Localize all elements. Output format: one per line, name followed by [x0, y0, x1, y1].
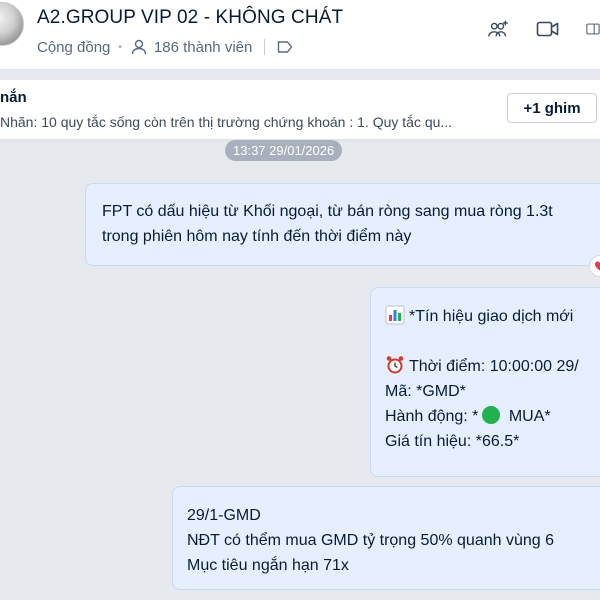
group-title[interactable]: A2.GROUP VIP 02 - KHÔNG CHÁT: [37, 7, 343, 29]
pinned-text: Nhãn: 10 quy tắc sống còn trên thị trườn…: [0, 114, 453, 130]
message-line: Giá tín hiệu: *66.5*: [385, 433, 520, 450]
divider: [264, 39, 266, 55]
group-avatar[interactable]: [0, 2, 24, 46]
chat-header: A2.GROUP VIP 02 - KHÔNG CHÁT Cộng đồng •…: [0, 0, 600, 70]
video-call-icon[interactable]: [536, 18, 560, 40]
alarm-clock-icon: [385, 355, 405, 375]
group-subline: Cộng đồng • 186 thành viên: [37, 38, 293, 56]
bar-chart-icon: [385, 305, 405, 325]
message-line: Mã: *GMD*: [385, 383, 466, 400]
more-pins-button[interactable]: +1 ghim: [507, 93, 597, 123]
message-bubble[interactable]: FPT có dấu hiệu từ Khối ngoại, từ bán rò…: [85, 183, 600, 266]
date-divider: 13:37 29/01/2026: [225, 140, 343, 161]
tag-icon[interactable]: [277, 40, 293, 54]
message-bubble[interactable]: 29/1-GMD NĐT có thểm mua GMD tỷ trọng 50…: [172, 486, 600, 590]
message-line: *Tín hiệu giao dịch mới: [385, 304, 600, 329]
message-line: Mục tiêu ngắn hạn 71x: [187, 557, 349, 574]
pinned-message-bar[interactable]: nắn Nhãn: 10 quy tắc sống còn trên thị t…: [0, 80, 600, 140]
heart-reaction-icon[interactable]: [589, 255, 600, 277]
header-actions: [486, 18, 600, 40]
message-line: trong phiên hôm nay tính đến thời điểm n…: [102, 228, 412, 245]
message-bubble[interactable]: *Tín hiệu giao dịch mới Thời điểm: 10:00…: [370, 287, 600, 477]
add-member-icon[interactable]: [486, 18, 510, 40]
message-line: 29/1-GMD: [187, 507, 261, 524]
sidebar-toggle-icon[interactable]: [586, 18, 600, 40]
message-line: FPT có dấu hiệu từ Khối ngoại, từ bán rò…: [102, 203, 553, 220]
message-line: NĐT có thểm mua GMD tỷ trọng 50% quanh v…: [187, 532, 554, 549]
community-label[interactable]: Cộng đồng: [37, 39, 110, 56]
green-circle-icon: [482, 406, 501, 424]
message-line: Hành động: * MUA*: [385, 406, 551, 425]
members-icon: [130, 38, 148, 56]
message-line: Thời điểm: 10:00:00 29/: [385, 354, 600, 379]
members-count[interactable]: 186 thành viên: [154, 39, 252, 56]
pinned-title: nắn: [0, 89, 27, 106]
dot-separator: •: [118, 41, 122, 53]
